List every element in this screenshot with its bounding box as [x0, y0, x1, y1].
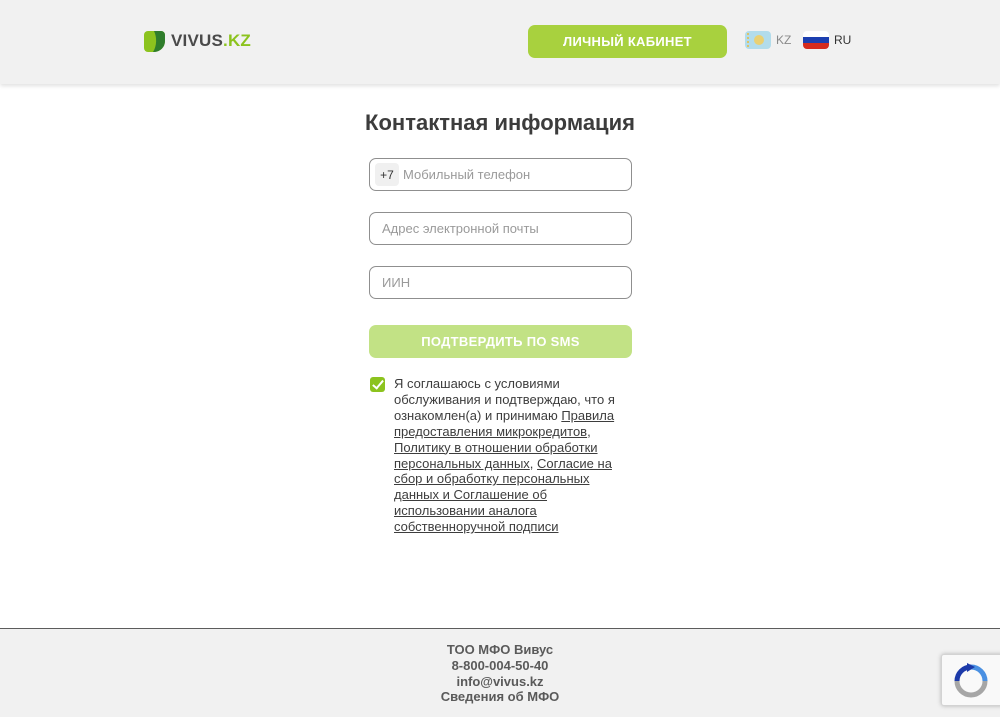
kazakhstan-flag-icon [745, 31, 771, 49]
logo-text: VIVUS.KZ [171, 31, 252, 50]
phone-input[interactable] [403, 159, 631, 190]
language-ru-option[interactable]: RU [803, 31, 851, 49]
logo-leaf-icon [144, 30, 165, 52]
phone-field[interactable]: +7 [369, 158, 632, 191]
recaptcha-badge[interactable] [941, 654, 1000, 706]
site-footer: ТОО МФО Вивус 8-800-004-50-40 info@vivus… [0, 628, 1000, 717]
agreement-checkbox[interactable] [370, 377, 385, 392]
vivus-logo[interactable]: VIVUS.KZ [144, 30, 251, 52]
agreement-text: Я соглашаюсь с условиями обслуживания и … [394, 376, 615, 535]
site-header: VIVUS.KZ ЛИЧНЫЙ КАБИНЕТ KZ RU [0, 0, 1000, 84]
footer-email[interactable]: info@vivus.kz [0, 674, 1000, 690]
email-input[interactable] [382, 213, 631, 244]
confirm-sms-button[interactable]: ПОДТВЕРДИТЬ ПО SMS [369, 325, 632, 358]
iin-input[interactable] [382, 267, 631, 298]
personal-cabinet-button[interactable]: ЛИЧНЫЙ КАБИНЕТ [528, 25, 727, 58]
language-ru-label: RU [834, 33, 852, 47]
footer-company: ТОО МФО Вивус [446, 642, 554, 657]
recaptcha-icon [954, 663, 988, 698]
language-kz-option[interactable]: KZ [745, 31, 791, 49]
russia-flag-icon [803, 31, 829, 49]
page-title: Контактная информация [365, 110, 635, 135]
iin-field[interactable] [369, 266, 632, 299]
language-kz-label: KZ [776, 33, 792, 47]
footer-mfo-info-link[interactable]: Сведения об МФО [0, 689, 1000, 705]
email-field[interactable] [369, 212, 632, 245]
phone-prefix: +7 [375, 163, 399, 186]
footer-phone[interactable]: 8-800-004-50-40 [0, 658, 1000, 674]
agreement-block: Я соглашаюсь с условиями обслуживания и … [370, 376, 630, 535]
